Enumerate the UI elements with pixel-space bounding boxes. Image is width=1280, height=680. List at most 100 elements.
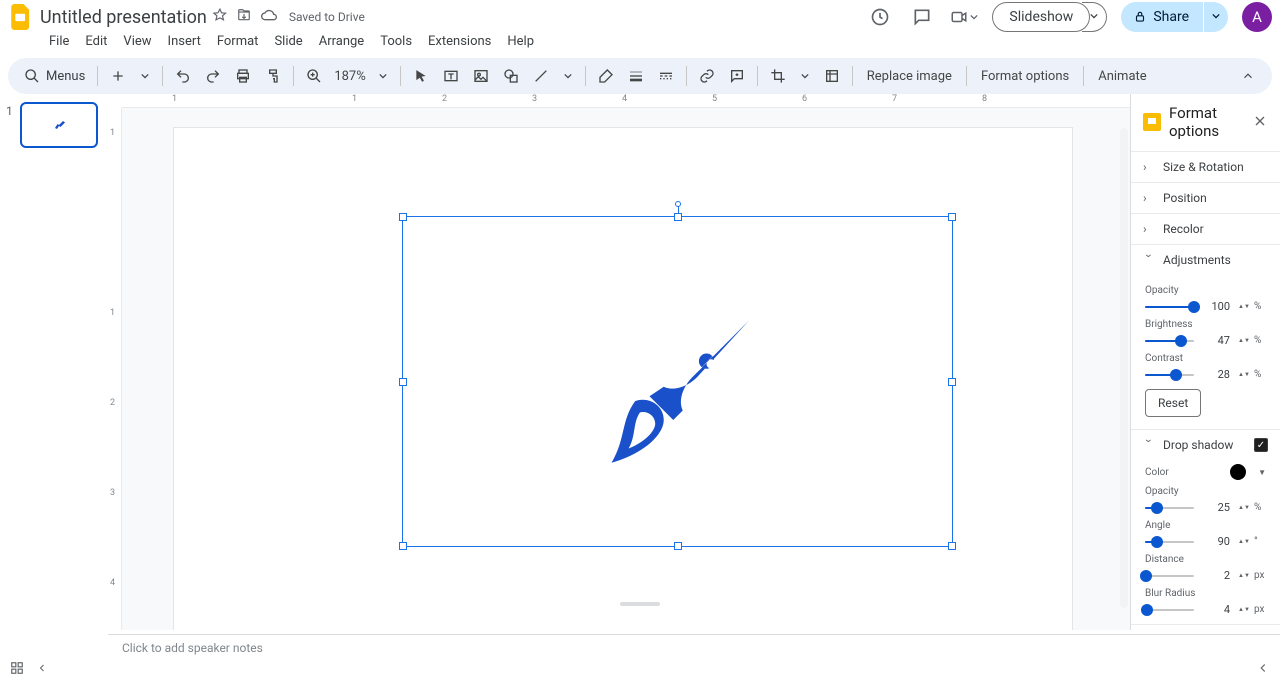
section-drop-shadow[interactable]: › Drop shadow ✓ [1131, 430, 1280, 460]
new-slide-button[interactable] [104, 62, 132, 90]
speaker-notes[interactable]: Click to add speaker notes [108, 634, 1280, 660]
opacity-value[interactable]: 100 [1202, 300, 1230, 313]
comment-button[interactable] [723, 62, 751, 90]
crop-dropdown[interactable] [794, 62, 816, 90]
textbox-tool[interactable] [437, 62, 465, 90]
meet-icon[interactable] [950, 3, 978, 31]
mask-button[interactable] [818, 62, 846, 90]
rotate-handle[interactable] [675, 201, 681, 207]
menu-file[interactable]: File [42, 32, 76, 51]
menu-tools[interactable]: Tools [373, 32, 419, 51]
menu-arrange[interactable]: Arrange [312, 32, 371, 51]
notes-resize-handle[interactable] [620, 602, 660, 606]
opacity-slider[interactable] [1145, 306, 1194, 308]
replace-image-button[interactable]: Replace image [859, 65, 960, 88]
selected-image[interactable] [583, 287, 773, 477]
grid-view-button[interactable] [10, 661, 24, 679]
resize-handle[interactable] [399, 213, 407, 221]
menu-edit[interactable]: Edit [78, 32, 114, 51]
shape-tool[interactable] [497, 62, 525, 90]
opacity-stepper[interactable]: ▲▼ [1238, 304, 1246, 309]
slide[interactable] [174, 128, 1072, 630]
shadow-blur-value[interactable]: 4 [1202, 603, 1230, 616]
collapse-toolbar-button[interactable] [1234, 62, 1262, 90]
select-tool[interactable] [407, 62, 435, 90]
border-color-button[interactable] [592, 62, 620, 90]
collapse-filmstrip-button[interactable] [36, 662, 48, 678]
brightness-stepper[interactable]: ▲▼ [1238, 338, 1246, 343]
star-icon[interactable] [213, 8, 227, 26]
resize-handle[interactable] [674, 213, 682, 221]
comments-icon[interactable] [908, 3, 936, 31]
menu-help[interactable]: Help [500, 32, 541, 51]
toolbar: Menus 187% Replace image Format options … [8, 58, 1272, 94]
shadow-opacity-value[interactable]: 25 [1202, 501, 1230, 514]
canvas[interactable]: 1 1 2 3 4 5 6 7 8 1 1 2 3 4 [108, 94, 1130, 630]
shadow-angle-slider[interactable] [1145, 541, 1194, 543]
resize-handle[interactable] [399, 378, 407, 386]
saved-status: Saved to Drive [289, 10, 365, 24]
border-dash-button[interactable] [652, 62, 680, 90]
zoom-value[interactable]: 187% [330, 69, 369, 84]
line-dropdown[interactable] [557, 62, 579, 90]
crop-button[interactable] [764, 62, 792, 90]
resize-handle[interactable] [948, 542, 956, 550]
resize-handle[interactable] [948, 378, 956, 386]
print-button[interactable] [229, 62, 257, 90]
share-dropdown[interactable] [1204, 2, 1228, 32]
shadow-opacity-slider[interactable] [1145, 507, 1194, 509]
shadow-distance-slider[interactable] [1145, 575, 1194, 577]
zoom-dropdown[interactable] [372, 62, 394, 90]
menu-format[interactable]: Format [210, 32, 266, 51]
format-options-button[interactable]: Format options [973, 65, 1077, 88]
slides-logo[interactable] [8, 4, 34, 30]
slideshow-dropdown[interactable] [1082, 2, 1107, 32]
animate-button[interactable]: Animate [1090, 65, 1154, 88]
history-icon[interactable] [866, 3, 894, 31]
brightness-value[interactable]: 47 [1202, 334, 1230, 347]
resize-handle[interactable] [399, 542, 407, 550]
shadow-color-dropdown[interactable]: ▼ [1258, 468, 1266, 477]
shadow-angle-value[interactable]: 90 [1202, 535, 1230, 548]
contrast-slider[interactable] [1145, 374, 1194, 376]
doc-title[interactable]: Untitled presentation [40, 7, 207, 28]
paint-format-button[interactable] [259, 62, 287, 90]
slide-thumbnail[interactable] [20, 102, 98, 148]
share-button[interactable]: Share [1121, 2, 1203, 32]
shadow-distance-value[interactable]: 2 [1202, 569, 1230, 582]
undo-button[interactable] [169, 62, 197, 90]
section-adjustments[interactable]: ›Adjustments [1131, 245, 1280, 275]
resize-handle[interactable] [948, 213, 956, 221]
section-position[interactable]: ›Position [1131, 183, 1280, 213]
slideshow-button[interactable]: Slideshow [992, 2, 1090, 32]
explore-button[interactable] [1256, 661, 1270, 679]
menu-view[interactable]: View [116, 32, 158, 51]
zoom-button[interactable] [300, 62, 328, 90]
move-icon[interactable] [237, 8, 251, 26]
brightness-slider[interactable] [1145, 340, 1194, 342]
contrast-value[interactable]: 28 [1202, 368, 1230, 381]
section-recolor[interactable]: ›Recolor [1131, 214, 1280, 244]
scrollbar-vertical[interactable] [1120, 128, 1128, 608]
resize-handle[interactable] [674, 542, 682, 550]
reset-button[interactable]: Reset [1145, 389, 1201, 417]
menu-slide[interactable]: Slide [267, 32, 309, 51]
drop-shadow-checkbox[interactable]: ✓ [1254, 438, 1268, 452]
search-menus[interactable]: Menus [18, 68, 91, 84]
shadow-color-button[interactable] [1230, 464, 1246, 480]
cloud-icon[interactable] [261, 8, 277, 26]
link-button[interactable] [693, 62, 721, 90]
contrast-stepper[interactable]: ▲▼ [1238, 372, 1246, 377]
new-slide-dropdown[interactable] [134, 62, 156, 90]
line-tool[interactable] [527, 62, 555, 90]
image-tool[interactable] [467, 62, 495, 90]
border-weight-button[interactable] [622, 62, 650, 90]
selection-box[interactable] [402, 216, 953, 547]
shadow-blur-slider[interactable] [1145, 609, 1194, 611]
menu-insert[interactable]: Insert [161, 32, 208, 51]
menu-extensions[interactable]: Extensions [421, 32, 498, 51]
avatar[interactable]: A [1242, 2, 1272, 32]
redo-button[interactable] [199, 62, 227, 90]
section-size-rotation[interactable]: ›Size & Rotation [1131, 152, 1280, 182]
close-icon[interactable] [1252, 113, 1268, 132]
